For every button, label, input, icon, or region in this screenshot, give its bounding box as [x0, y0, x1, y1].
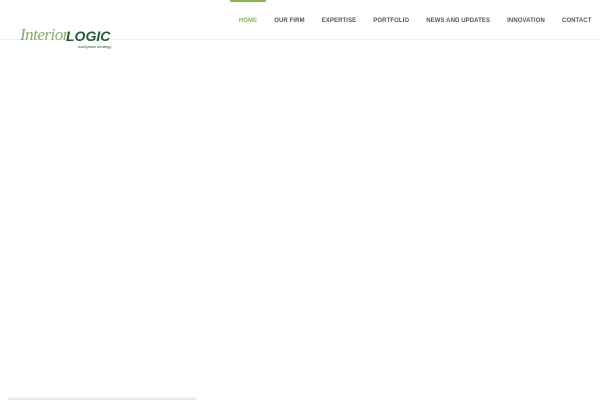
- nav-home[interactable]: HOME: [230, 0, 267, 39]
- nav-portfolio[interactable]: PORTFOLIO: [365, 0, 418, 39]
- logo[interactable]: Interior LOGIC workplace strategy: [20, 25, 120, 51]
- nav-our-firm[interactable]: OUR FIRM: [266, 0, 313, 39]
- nav-innovation[interactable]: INNOVATION: [499, 0, 554, 39]
- site-header: Interior LOGIC workplace strategy HOME O…: [0, 0, 600, 49]
- nav-contact[interactable]: CONTACT: [553, 0, 600, 39]
- nav-news-and-updates[interactable]: NEWS AND UPDATES: [418, 0, 499, 39]
- main-nav: HOME OUR FIRM EXPERTISE PORTFOLIO NEWS A…: [230, 0, 600, 39]
- logo-word-interior: Interior: [20, 25, 69, 44]
- logo-word-logic: LOGIC: [66, 28, 111, 44]
- nav-expertise[interactable]: EXPERTISE: [313, 0, 365, 39]
- logo-tagline: workplace strategy: [78, 44, 112, 49]
